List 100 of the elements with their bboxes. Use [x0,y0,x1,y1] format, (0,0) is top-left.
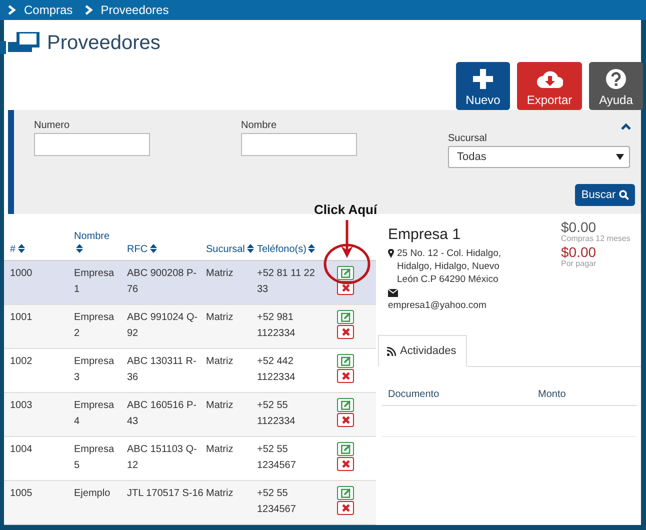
table-cell-text: ABC 900208 P-76 [127,267,198,297]
field-label: Sucursal [448,133,488,144]
table-cell-text: +52 55 1234567 [257,487,297,517]
pencil-square-icon [340,444,350,454]
rss-icon [387,346,396,356]
table-cell-text: Matriz [206,267,234,281]
column-header[interactable]: Nombre [74,230,127,256]
delete-button[interactable] [337,413,354,427]
table-cell-text: 1001 [9,311,34,325]
table-cell-text: 1003 [9,399,34,413]
chevron-right-icon [8,5,16,15]
chevron-right-icon [84,5,93,15]
table-cell-text: Empresa 5 [74,443,116,473]
close-icon [342,504,350,512]
column-header[interactable]: Sucursal [206,243,257,256]
table-cell-text: Empresa 4 [74,399,116,429]
table-cell-text: Matriz [206,355,234,369]
sort-icon [246,244,254,253]
table-cell-text: 1005 [9,487,34,501]
arrow-down-icon [341,220,353,258]
table-cell-text: +52 442 1122334 [257,355,296,385]
pencil-square-icon [340,488,350,498]
edit-button[interactable] [337,398,354,412]
amount-value: $0.00 [561,220,598,234]
circle-highlight [323,243,371,285]
breadcrumb-link[interactable]: Proveedores [100,3,169,17]
column-header[interactable]: # [4,243,74,256]
close-icon [342,372,350,380]
table-row[interactable]: 1001 Empresa 2 ABC 991024 Q-92 Matriz +52 981 1122334 [4,305,376,349]
table-cell-text: ABC 991024 Q-92 [127,311,199,341]
column-header[interactable]: Teléfono(s) [257,243,327,256]
table-cell-text: 1002 [9,355,34,369]
toolbar-button[interactable]: Nuevo [456,62,510,110]
table-cell-text: +52 81 11 22 33 [257,267,316,297]
company-name: Empresa 1 [388,226,462,243]
amount-label: Compras 12 meses [561,234,632,243]
address-text: 25 No. 12 - Col. Hidalgo, Hidalgo, Hidalgo, Nuevo León C.P 64290 México [397,247,502,286]
close-icon [342,416,350,424]
edit-button[interactable] [337,442,354,456]
table-cell-text: Empresa 3 [74,355,116,385]
input-field[interactable] [34,133,150,156]
edit-button[interactable] [337,486,354,500]
table-cell-text: ABC 151103 Q-12 [127,443,198,473]
table-cell-text: +52 981 1122334 [257,311,296,341]
sort-icon [308,244,316,253]
breadcrumb-link[interactable]: Compras [24,3,73,17]
table-row[interactable]: 1005 Ejemplo JTL 170517 S-16 Matriz +52 55 1234567 [4,481,376,525]
edit-button[interactable] [337,310,354,324]
edit-button[interactable] [337,266,354,280]
question-circle-icon [606,69,626,89]
tab[interactable]: Actividades [378,335,468,367]
cloud-download-icon [536,69,562,89]
table-row[interactable]: 1000 Empresa 1 ABC 900208 P-76 Matriz +52 81 11 22 33 [4,261,376,305]
column-header[interactable]: RFC [127,243,206,256]
sort-icon [76,244,83,253]
table-cell-text: JTL 170517 S-16 [127,487,204,501]
close-icon [342,284,350,292]
pencil-square-icon [340,312,350,322]
toolbar-button[interactable]: Exportar [517,62,582,110]
pencil-square-icon [340,400,350,410]
amount-label: Por pagar [561,259,598,268]
column-header: Monto [538,389,566,400]
table-cell-text: 1000 [9,267,34,281]
field-label: Numero [34,120,71,131]
table-row[interactable]: 1003 Empresa 4 ABC 160516 P-43 Matriz +52 55 1122334 [4,393,376,437]
select-field[interactable]: Todas [448,146,630,168]
toolbar-button[interactable]: Ayuda [589,62,643,110]
envelope-icon [388,289,398,297]
pencil-square-icon [340,268,350,278]
pencil-square-icon [340,356,350,366]
delete-button[interactable] [337,501,354,515]
table-cell-text: Matriz [206,443,234,457]
close-icon [342,328,350,336]
table-cell-text: Empresa 2 [74,311,116,341]
table-cell-text: Matriz [206,487,234,501]
delete-button[interactable] [337,457,354,471]
table-cell-text: ABC 160516 P-43 [127,399,198,429]
column-header: Documento [388,389,440,400]
delete-button[interactable] [337,369,354,383]
chevron-up-icon[interactable] [621,123,631,130]
field-label: Nombre [241,120,278,131]
input-field[interactable] [241,133,357,156]
table-cell-text: ABC 130311 R-36 [127,355,198,385]
table-cell-text: Matriz [206,399,234,413]
search-button[interactable]: Buscar [575,184,635,206]
delete-button[interactable] [337,325,354,339]
map-marker-icon [388,249,394,258]
amount-value: $0.00 [561,245,598,259]
sort-icon [18,244,25,253]
search-icon [618,190,629,200]
table-cell-text: Matriz [206,311,234,325]
annotation-label: Click Aquí [314,202,378,217]
caret-down-icon [616,154,624,160]
table-cell-text: Empresa 1 [74,267,116,297]
plus-icon [473,69,493,89]
table-cell-text: +52 55 1122334 [257,399,296,429]
edit-button[interactable] [337,354,354,368]
table-cell-text: 1004 [9,443,34,457]
table-cell-text: Ejemplo [74,487,112,501]
email-text: empresa1@yahoo.com [388,300,488,311]
